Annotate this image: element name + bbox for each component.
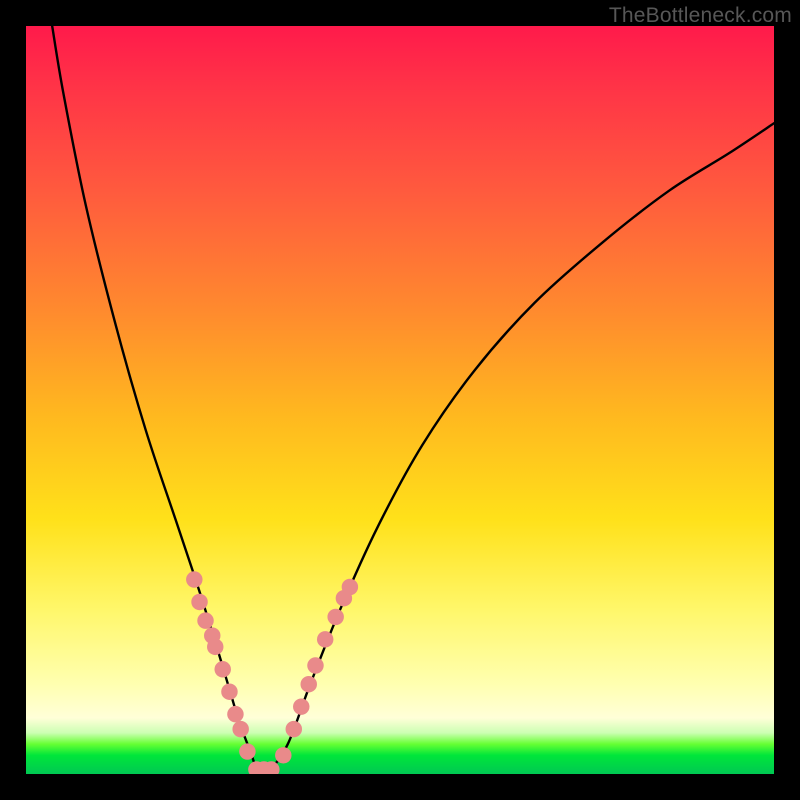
curve-line (52, 26, 774, 773)
marker-dot (301, 676, 317, 692)
marker-dot (191, 594, 207, 610)
marker-dot (275, 747, 291, 763)
marker-dot (327, 609, 343, 625)
marker-dot (317, 631, 333, 647)
marker-dot (342, 579, 358, 595)
marker-dot (207, 639, 223, 655)
marker-dot (293, 698, 309, 714)
marker-dot (286, 721, 302, 737)
chart-plot-area (26, 26, 774, 774)
watermark-text: TheBottleneck.com (609, 4, 792, 28)
marker-dots (186, 571, 358, 774)
marker-dot (232, 721, 248, 737)
marker-dot (239, 743, 255, 759)
chart-frame: TheBottleneck.com (0, 0, 800, 800)
marker-dot (221, 683, 237, 699)
marker-dot (227, 706, 243, 722)
chart-svg (26, 26, 774, 774)
marker-dot (186, 571, 202, 587)
marker-dot (214, 661, 230, 677)
marker-dot (307, 657, 323, 673)
marker-dot (197, 612, 213, 628)
